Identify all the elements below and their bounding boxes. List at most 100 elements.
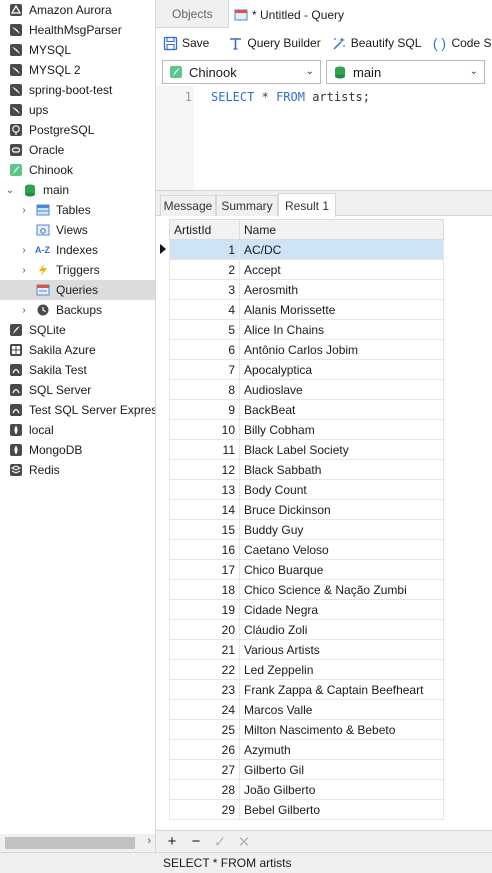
chevron-down-icon[interactable]: ⌄ xyxy=(5,185,15,196)
query-builder-button[interactable]: Query Builder xyxy=(227,35,321,51)
table-row[interactable]: 25 Milton Nascimento & Bebeto xyxy=(169,719,444,740)
cell-name[interactable]: Apocalyptica xyxy=(239,359,444,380)
cell-artistid[interactable]: 8 xyxy=(169,379,240,400)
column-header-name[interactable]: Name xyxy=(239,219,444,240)
conn-mongodb[interactable]: MongoDB xyxy=(0,440,155,460)
conn-chinook[interactable]: Chinook xyxy=(0,160,155,180)
table-row[interactable]: 26 Azymuth xyxy=(169,739,444,760)
conn-postgresql[interactable]: PostgreSQL xyxy=(0,120,155,140)
cell-artistid[interactable]: 11 xyxy=(169,439,240,460)
table-row[interactable]: 3 Aerosmith xyxy=(169,279,444,300)
scrollbar-thumb[interactable] xyxy=(5,837,135,849)
cell-name[interactable]: Bebel Gilberto xyxy=(239,799,444,820)
apply-changes-button[interactable]: ✓ xyxy=(212,833,228,851)
cell-name[interactable]: Gilberto Gil xyxy=(239,759,444,780)
cell-name[interactable]: Azymuth xyxy=(239,739,444,760)
cell-artistid[interactable]: 17 xyxy=(169,559,240,580)
cell-name[interactable]: Bruce Dickinson xyxy=(239,499,444,520)
cell-artistid[interactable]: 6 xyxy=(169,339,240,360)
table-row[interactable]: 17 Chico Buarque xyxy=(169,559,444,580)
cell-artistid[interactable]: 10 xyxy=(169,419,240,440)
table-row[interactable]: 23 Frank Zappa & Captain Beefheart xyxy=(169,679,444,700)
save-button[interactable]: Save xyxy=(162,35,209,51)
chevron-right-icon[interactable]: › xyxy=(19,205,29,216)
node-backups[interactable]: › Backups xyxy=(0,300,155,320)
table-row[interactable]: 18 Chico Science & Nação Zumbi xyxy=(169,579,444,600)
cell-artistid[interactable]: 27 xyxy=(169,759,240,780)
cell-name[interactable]: Cláudio Zoli xyxy=(239,619,444,640)
conn-sql-server[interactable]: SQL Server xyxy=(0,380,155,400)
table-row[interactable]: 10 Billy Cobham xyxy=(169,419,444,440)
table-row[interactable]: 14 Bruce Dickinson xyxy=(169,499,444,520)
result-grid[interactable]: ArtistId Name 1 AC/DC 2 Accept 3 Aerosmith 4 Al… xyxy=(156,217,492,830)
table-row[interactable]: 1 AC/DC xyxy=(169,239,444,260)
cell-artistid[interactable]: 9 xyxy=(169,399,240,420)
cell-artistid[interactable]: 14 xyxy=(169,499,240,520)
tab-summary[interactable]: Summary xyxy=(216,195,278,216)
conn-oracle[interactable]: Oracle xyxy=(0,140,155,160)
delete-record-button[interactable]: − xyxy=(188,833,204,850)
chevron-right-icon[interactable]: › xyxy=(19,305,29,316)
add-record-button[interactable]: + xyxy=(164,833,180,850)
cell-name[interactable]: Billy Cobham xyxy=(239,419,444,440)
table-row[interactable]: 7 Apocalyptica xyxy=(169,359,444,380)
node-tables[interactable]: › Tables xyxy=(0,200,155,220)
cell-artistid[interactable]: 25 xyxy=(169,719,240,740)
chevron-right-icon[interactable]: › xyxy=(19,245,29,256)
cell-name[interactable]: João Gilberto xyxy=(239,779,444,800)
table-row[interactable]: 22 Led Zeppelin xyxy=(169,659,444,680)
table-row[interactable]: 21 Various Artists xyxy=(169,639,444,660)
cell-artistid[interactable]: 24 xyxy=(169,699,240,720)
cell-name[interactable]: Cidade Negra xyxy=(239,599,444,620)
tab-objects[interactable]: Objects xyxy=(172,0,213,28)
node-indexes[interactable]: › A-Z Indexes xyxy=(0,240,155,260)
cell-artistid[interactable]: 13 xyxy=(169,479,240,500)
conn-mysql[interactable]: MYSQL xyxy=(0,40,155,60)
cell-name[interactable]: Antônio Carlos Jobim xyxy=(239,339,444,360)
cell-artistid[interactable]: 26 xyxy=(169,739,240,760)
cell-artistid[interactable]: 1 xyxy=(169,239,240,260)
cell-name[interactable]: Frank Zappa & Captain Beefheart xyxy=(239,679,444,700)
table-row[interactable]: 13 Body Count xyxy=(169,479,444,500)
cell-name[interactable]: Chico Buarque xyxy=(239,559,444,580)
table-row[interactable]: 9 BackBeat xyxy=(169,399,444,420)
cell-name[interactable]: Chico Science & Nação Zumbi xyxy=(239,579,444,600)
beautify-sql-button[interactable]: Beautify SQL xyxy=(331,35,421,51)
cell-artistid[interactable]: 21 xyxy=(169,639,240,660)
cell-name[interactable]: Alanis Morissette xyxy=(239,299,444,320)
table-row[interactable]: 5 Alice In Chains xyxy=(169,319,444,340)
cell-artistid[interactable]: 4 xyxy=(169,299,240,320)
conn-spring-boot-test[interactable]: spring-boot-test xyxy=(0,80,155,100)
table-row[interactable]: 27 Gilberto Gil xyxy=(169,759,444,780)
cell-artistid[interactable]: 20 xyxy=(169,619,240,640)
conn-test-sql-server-express[interactable]: Test SQL Server Express xyxy=(0,400,155,420)
tab-message[interactable]: Message xyxy=(160,195,216,216)
cell-artistid[interactable]: 3 xyxy=(169,279,240,300)
tab-result-1[interactable]: Result 1 xyxy=(278,193,336,217)
cell-name[interactable]: Black Label Society xyxy=(239,439,444,460)
table-row[interactable]: 8 Audioslave xyxy=(169,379,444,400)
cell-artistid[interactable]: 18 xyxy=(169,579,240,600)
cell-artistid[interactable]: 2 xyxy=(169,259,240,280)
sidebar-horizontal-scrollbar[interactable]: › xyxy=(0,834,155,852)
code-snippet-button[interactable]: ( ) Code Sni xyxy=(431,35,492,51)
db-main[interactable]: ⌄ main xyxy=(0,180,155,200)
cell-name[interactable]: Buddy Guy xyxy=(239,519,444,540)
table-row[interactable]: 11 Black Label Society xyxy=(169,439,444,460)
cell-name[interactable]: AC/DC xyxy=(239,239,444,260)
table-row[interactable]: 2 Accept xyxy=(169,259,444,280)
cell-name[interactable]: Alice In Chains xyxy=(239,319,444,340)
cell-name[interactable]: Body Count xyxy=(239,479,444,500)
table-row[interactable]: 20 Cláudio Zoli xyxy=(169,619,444,640)
cell-artistid[interactable]: 16 xyxy=(169,539,240,560)
table-row[interactable]: 16 Caetano Veloso xyxy=(169,539,444,560)
node-views[interactable]: Views xyxy=(0,220,155,240)
conn-healthmsgparser[interactable]: HealthMsgParser xyxy=(0,20,155,40)
conn-sakila-test[interactable]: Sakila Test xyxy=(0,360,155,380)
table-row[interactable]: 6 Antônio Carlos Jobim xyxy=(169,339,444,360)
cell-artistid[interactable]: 28 xyxy=(169,779,240,800)
cell-artistid[interactable]: 29 xyxy=(169,799,240,820)
conn-mysql-2[interactable]: MYSQL 2 xyxy=(0,60,155,80)
table-row[interactable]: 28 João Gilberto xyxy=(169,779,444,800)
database-select[interactable]: main ⌄ xyxy=(326,60,485,84)
